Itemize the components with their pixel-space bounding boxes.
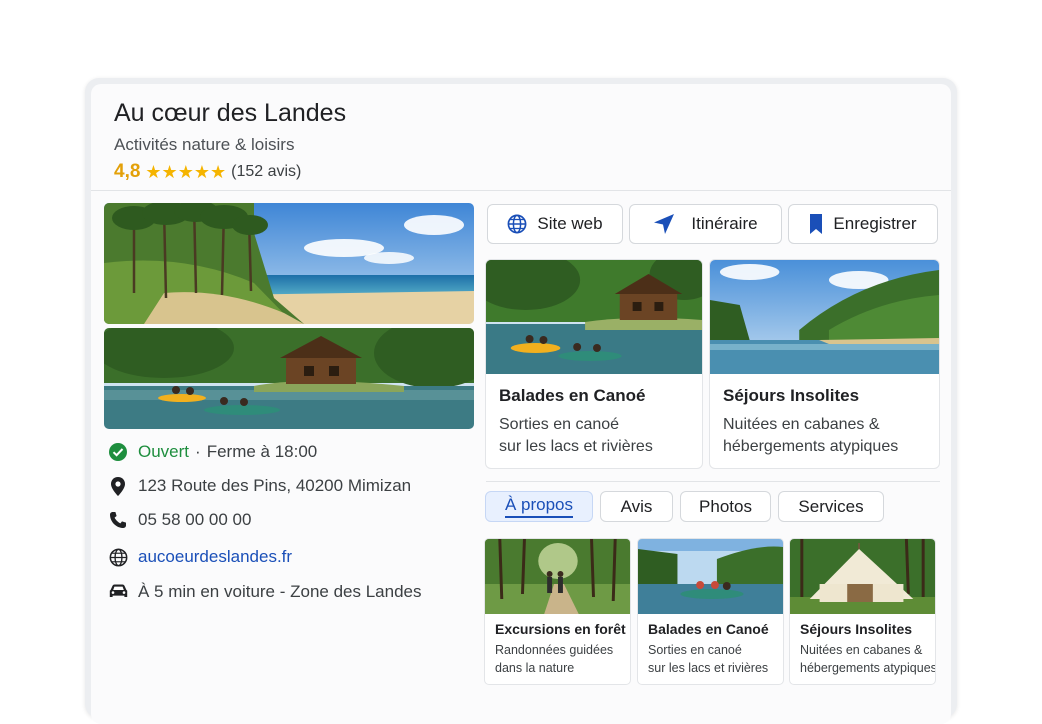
- address-row[interactable]: 123 Route des Pins, 40200 Mimizan: [108, 476, 411, 496]
- activity-description: Sorties en canoé sur les lacs et rivière…: [638, 637, 783, 677]
- activity-description-line: Randonnées guidées: [495, 643, 614, 657]
- lake-forest-photo: [710, 260, 939, 374]
- directions-text: À 5 min en voiture - Zone des Landes: [138, 582, 422, 601]
- tab-about[interactable]: À propos: [485, 491, 593, 522]
- business-title: Au cœur des Landes: [114, 99, 347, 127]
- directions-button-label: Itinéraire: [691, 214, 758, 233]
- rating-row[interactable]: 4,8 ★★★★★ (152 avis): [114, 161, 301, 183]
- feature-description-line: Nuitées en cabanes &: [723, 416, 880, 433]
- navigation-arrow-icon: [653, 213, 675, 235]
- open-status: Ouvert: [138, 442, 190, 461]
- globe-icon: [507, 214, 527, 234]
- activity-description: Nuitées en cabanes & hébergements atypiq…: [790, 637, 935, 677]
- activity-title: Balades en Canoé: [648, 621, 769, 637]
- directions-row[interactable]: À 5 min en voiture - Zone des Landes: [108, 582, 422, 602]
- activity-description-line: dans la nature: [495, 661, 575, 675]
- beach-photo[interactable]: [104, 203, 474, 324]
- business-category: Activités nature & loisirs: [114, 135, 295, 154]
- activity-description-line: Nuitées en cabanes &: [800, 643, 923, 657]
- website-button[interactable]: Site web: [487, 204, 623, 244]
- activity-description: Randonnées guidées dans la nature: [485, 637, 630, 677]
- opening-hours-row[interactable]: Ouvert · Ferme à 18:00: [108, 442, 317, 462]
- rating-value: 4,8: [114, 161, 141, 182]
- activity-description-line: Sorties en canoé: [648, 643, 742, 657]
- activity-title: Séjours Insolites: [800, 621, 913, 637]
- website-row[interactable]: aucoeurdeslandes.fr: [108, 547, 292, 567]
- canoe-cabin-photo: [486, 260, 702, 374]
- save-button-label: Enregistrer: [833, 214, 917, 233]
- tabs-divider: [486, 481, 940, 482]
- phone-number: 05 58 00 00 00: [138, 510, 252, 529]
- lake-cabin-canoe-photo[interactable]: [104, 328, 474, 429]
- location-pin-icon: [108, 476, 128, 496]
- website-link[interactable]: aucoeurdeslandes.fr: [138, 547, 292, 567]
- address-text: 123 Route des Pins, 40200 Mimizan: [138, 476, 412, 495]
- feature-description-line: sur les lacs et rivières: [499, 438, 653, 455]
- save-button[interactable]: Enregistrer: [788, 204, 938, 244]
- feature-title: Séjours Insolites: [723, 386, 860, 405]
- glamping-tent-photo: [790, 539, 935, 614]
- feature-description-line: hébergements atypiques: [723, 438, 899, 455]
- feature-card-stays[interactable]: Séjours Insolites Nuitées en cabanes & h…: [709, 259, 940, 469]
- car-icon: [108, 582, 128, 602]
- tab-reviews-label: Avis: [620, 496, 653, 516]
- forest-hike-photo: [485, 539, 630, 614]
- tab-about-label: À propos: [504, 495, 574, 518]
- activity-title: Excursions en forêt: [495, 621, 626, 637]
- directions-button[interactable]: Itinéraire: [629, 204, 782, 244]
- star-rating-icon: ★★★★★: [145, 161, 227, 182]
- bookmark-icon: [809, 214, 823, 234]
- activity-card-canoe[interactable]: Balades en Canoé Sorties en canoé sur le…: [637, 538, 784, 685]
- tab-services-label: Services: [798, 496, 864, 516]
- activity-description-line: sur les lacs et rivières: [648, 661, 769, 675]
- feature-description: Sorties en canoé sur les lacs et rivière…: [486, 406, 702, 458]
- header-divider: [91, 190, 951, 191]
- tab-photos[interactable]: Photos: [680, 491, 771, 522]
- feature-description-line: Sorties en canoé: [499, 416, 620, 433]
- tab-services[interactable]: Services: [778, 491, 884, 522]
- separator-dot: ·: [195, 442, 201, 461]
- tab-reviews[interactable]: Avis: [600, 491, 673, 522]
- globe-icon: [108, 547, 128, 567]
- feature-description: Nuitées en cabanes & hébergements atypiq…: [710, 406, 939, 458]
- closing-time: Ferme à 18:00: [206, 442, 318, 461]
- tab-photos-label: Photos: [699, 496, 752, 516]
- canoe-river-photo: [638, 539, 783, 614]
- activity-card-glamping[interactable]: Séjours Insolites Nuitées en cabanes & h…: [789, 538, 936, 685]
- review-count-link[interactable]: (152 avis): [231, 163, 301, 181]
- activity-card-forest[interactable]: Excursions en forêt Randonnées guidées d…: [484, 538, 631, 685]
- check-circle-icon: [108, 442, 128, 462]
- feature-title: Balades en Canoé: [499, 386, 646, 405]
- feature-card-canoe[interactable]: Balades en Canoé Sorties en canoé sur le…: [485, 259, 703, 469]
- website-button-label: Site web: [537, 214, 603, 233]
- activity-description-line: hébergements atypiques: [800, 661, 936, 675]
- phone-row[interactable]: 05 58 00 00 00: [108, 510, 251, 530]
- phone-icon: [108, 510, 128, 530]
